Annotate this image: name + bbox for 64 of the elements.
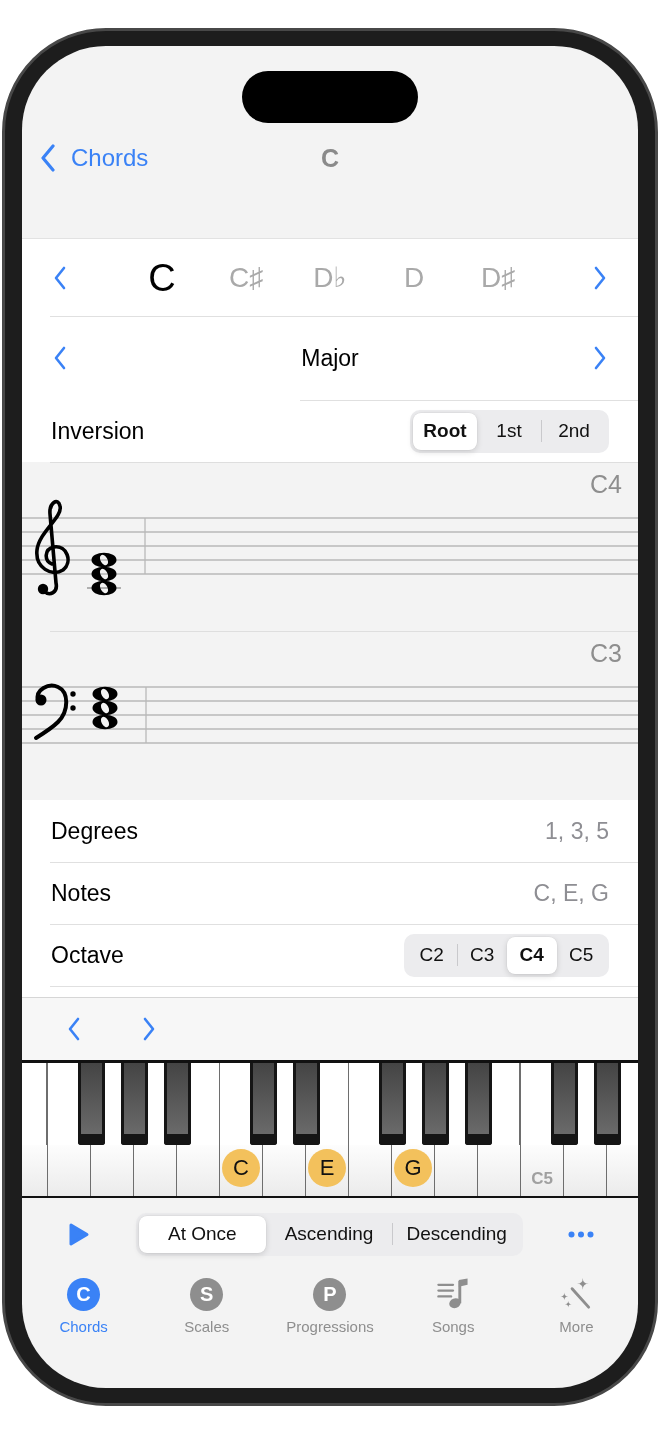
piano-key[interactable] [478, 1145, 521, 1196]
row-label: Inversion [51, 417, 145, 445]
sharp-key[interactable] [464, 1063, 492, 1145]
letter-badge: S [190, 1278, 224, 1311]
piano-key[interactable] [134, 1145, 177, 1196]
chevron-right-icon [142, 1017, 156, 1041]
playback-mode-option[interactable]: Ascending [265, 1215, 393, 1253]
row-label: Degrees [51, 817, 138, 845]
play-icon [68, 1221, 90, 1247]
sharp-key[interactable] [249, 1063, 277, 1145]
note-marker: G [394, 1149, 432, 1187]
note-option[interactable]: C [120, 255, 204, 300]
tab-item[interactable]: C Chords [59, 1278, 108, 1336]
sharp-key[interactable] [593, 1063, 621, 1145]
octave-label: C4 [590, 470, 622, 498]
chevron-left-icon [67, 1017, 81, 1041]
row-label: Octave [51, 941, 124, 969]
letter-badge: C [67, 1278, 101, 1311]
piano-key[interactable] [48, 1145, 91, 1196]
sharp-key[interactable] [77, 1063, 105, 1145]
row-value: 1, 3, 5 [545, 817, 609, 845]
chord-type-label: Major [301, 344, 359, 372]
octave-option[interactable]: C3 [457, 936, 507, 974]
piano-key[interactable] [564, 1145, 607, 1196]
bass-clef-icon [34, 683, 76, 740]
piano-key[interactable] [91, 1145, 134, 1196]
key-label: C5 [531, 1169, 553, 1189]
treble-clef-icon [35, 499, 70, 596]
inversion-option[interactable]: 2nd [542, 412, 606, 450]
chevron-left-icon [40, 144, 56, 172]
note-marker: C [222, 1149, 260, 1187]
music-list-icon [436, 1278, 471, 1311]
playback-mode-option[interactable]: At Once [139, 1215, 266, 1253]
sharp-key[interactable] [378, 1063, 406, 1145]
letter-badge: P [313, 1278, 347, 1311]
chevron-left-icon [53, 265, 67, 290]
octave-option[interactable]: C5 [556, 936, 606, 974]
piano-key[interactable] [349, 1145, 392, 1196]
sharp-key[interactable] [163, 1063, 191, 1145]
inversion-option[interactable]: 1st [477, 412, 541, 450]
piano-key[interactable]: C [220, 1145, 263, 1196]
piano-key[interactable] [177, 1145, 220, 1196]
note-marker: E [308, 1149, 346, 1187]
sharp-key[interactable] [550, 1063, 578, 1145]
piano-key[interactable] [263, 1145, 306, 1196]
chevron-right-icon [593, 346, 607, 370]
piano-key[interactable] [435, 1145, 478, 1196]
piano-key[interactable]: E [306, 1145, 349, 1196]
octave-option[interactable]: C4 [507, 936, 557, 974]
row-label: Notes [51, 879, 112, 907]
inversion-option[interactable]: Root [413, 412, 477, 450]
octave-option[interactable]: C2 [407, 936, 457, 974]
piano-key[interactable]: G [392, 1145, 435, 1196]
ellipsis-icon [567, 1230, 594, 1238]
chevron-left-icon [53, 346, 67, 370]
nav-title: C [320, 143, 340, 174]
octave-label: C3 [590, 639, 622, 667]
whole-note-icon [91, 552, 117, 568]
chevron-right-icon [593, 265, 607, 290]
sharp-key[interactable] [421, 1063, 449, 1145]
sharp-key[interactable] [120, 1063, 148, 1145]
playback-mode-option[interactable]: Descending [393, 1215, 520, 1253]
row-value: C, E, G [533, 879, 609, 907]
sharp-key[interactable] [292, 1063, 320, 1145]
